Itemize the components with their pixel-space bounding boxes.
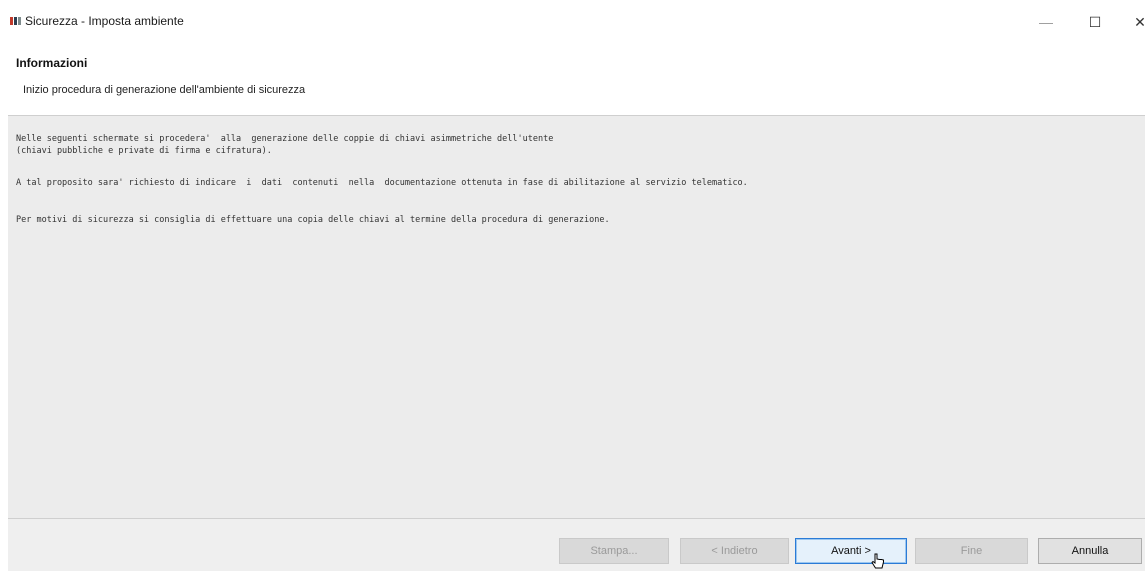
close-icon[interactable]: ✕ (1122, 8, 1145, 36)
cancel-button[interactable]: Annulla (1038, 538, 1142, 564)
wizard-header: Informazioni Inizio procedura di generaz… (8, 47, 1145, 116)
info-text-line: Nelle seguenti schermate si procedera' a… (16, 134, 554, 144)
info-text-line: A tal proposito sara' richiesto di indic… (16, 178, 748, 188)
window-title: Sicurezza - Imposta ambiente (25, 14, 184, 28)
minimize-icon[interactable]: — (1028, 8, 1064, 36)
print-button[interactable]: Stampa... (559, 538, 669, 564)
finish-button[interactable]: Fine (915, 538, 1028, 564)
header-subtitle: Inizio procedura di generazione dell'amb… (23, 84, 306, 96)
button-bar: Stampa... < Indietro Avanti > Fine Annul… (8, 519, 1145, 571)
header-title: Informazioni (16, 56, 88, 70)
app-logo-icon (10, 16, 22, 26)
back-button[interactable]: < Indietro (680, 538, 789, 564)
wizard-window: Sicurezza - Imposta ambiente — ☐ ✕ Infor… (0, 0, 1145, 571)
next-button[interactable]: Avanti > (795, 538, 907, 564)
info-text-line: Per motivi di sicurezza si consiglia di … (16, 215, 610, 225)
hand-cursor-icon (871, 553, 885, 571)
content-panel: Nelle seguenti schermate si procedera' a… (8, 116, 1145, 519)
title-bar[interactable]: Sicurezza - Imposta ambiente — ☐ ✕ (0, 0, 1145, 44)
maximize-icon[interactable]: ☐ (1077, 8, 1113, 36)
info-text-line: (chiavi pubbliche e private di firma e c… (16, 146, 272, 156)
